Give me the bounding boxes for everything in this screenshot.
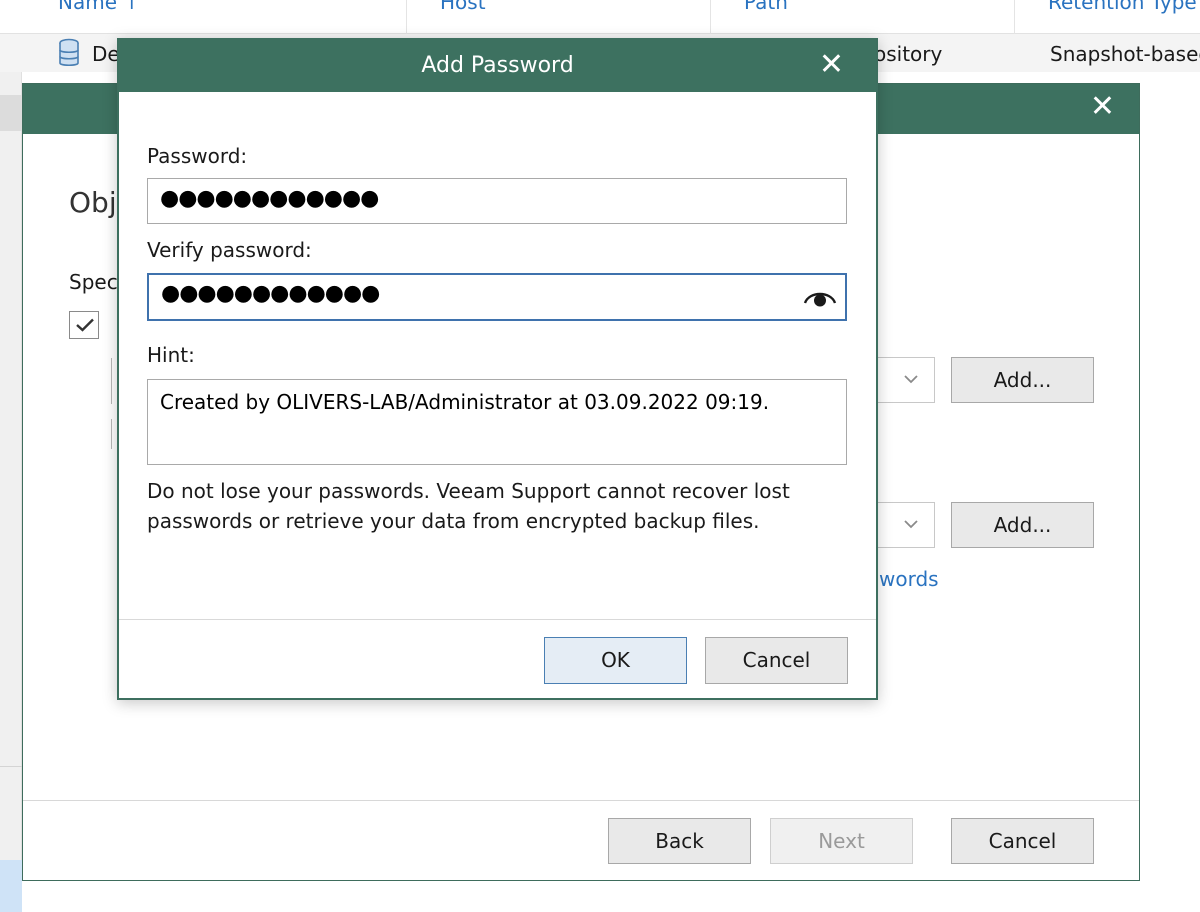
password-value: ●●●●●●●●●●●● — [160, 186, 379, 211]
dialog-titlebar: Add Password ✕ — [119, 40, 876, 92]
verify-password-label: Verify password: — [147, 238, 312, 262]
column-header-path[interactable]: Path — [744, 0, 788, 14]
chevron-down-icon — [904, 375, 918, 384]
column-header-retention[interactable]: Retention Type — [1048, 0, 1197, 14]
wizard-step-heading: Obj — [69, 186, 117, 219]
checkmark-icon — [76, 318, 94, 332]
column-header-name[interactable]: Name ↑ — [58, 0, 140, 14]
ok-button[interactable]: OK — [544, 637, 687, 684]
wizard-footer-divider — [23, 800, 1139, 801]
close-icon[interactable]: ✕ — [819, 50, 844, 80]
manage-passwords-link[interactable]: words — [879, 567, 939, 591]
encryption-checkbox[interactable] — [69, 311, 99, 339]
dialog-title: Add Password — [421, 53, 574, 78]
back-button[interactable]: Back — [608, 818, 751, 864]
column-header-host[interactable]: Host — [440, 0, 486, 14]
left-navigation-strip — [0, 72, 22, 912]
verify-password-value: ●●●●●●●●●●●● — [161, 281, 380, 306]
table-header: Name ↑ Host Path Retention Type — [0, 0, 1200, 34]
dialog-footer-divider — [119, 619, 876, 620]
hint-value: Created by OLIVERS-LAB/Administrator at … — [160, 390, 770, 414]
password-warning-text: Do not lose your passwords. Veeam Suppor… — [147, 476, 847, 536]
hint-field[interactable]: Created by OLIVERS-LAB/Administrator at … — [147, 379, 847, 465]
add-password-dialog: Add Password ✕ Password: ●●●●●●●●●●●● Ve… — [117, 38, 878, 700]
add-credentials-button[interactable]: Add... — [951, 502, 1094, 548]
left-nav-selected-item[interactable] — [0, 95, 22, 131]
wizard-spec-label: Spec — [69, 270, 118, 294]
warning-line: Do not lose your passwords. Veeam Suppor… — [147, 479, 790, 503]
hint-label: Hint: — [147, 343, 195, 367]
database-icon — [59, 38, 79, 67]
row-retention-cell: Snapshot-based — [1050, 42, 1200, 66]
show-password-icon[interactable] — [803, 285, 837, 309]
password-label: Password: — [147, 144, 248, 168]
left-nav-divider — [0, 766, 22, 767]
password-field[interactable]: ●●●●●●●●●●●● — [147, 178, 847, 224]
add-password-button[interactable]: Add... — [951, 357, 1094, 403]
row-name-cell: De — [92, 42, 120, 66]
close-icon[interactable]: ✕ — [1090, 92, 1115, 122]
left-nav-highlight[interactable] — [0, 860, 22, 912]
dialog-cancel-button[interactable]: Cancel — [705, 637, 848, 684]
wizard-cancel-button[interactable]: Cancel — [951, 818, 1094, 864]
next-button[interactable]: Next — [770, 818, 913, 864]
warning-line: passwords or retrieve your data from enc… — [147, 509, 760, 533]
row-path-cell: ository — [874, 42, 943, 66]
verify-password-field[interactable]: ●●●●●●●●●●●● — [147, 273, 847, 321]
chevron-down-icon — [904, 520, 918, 529]
